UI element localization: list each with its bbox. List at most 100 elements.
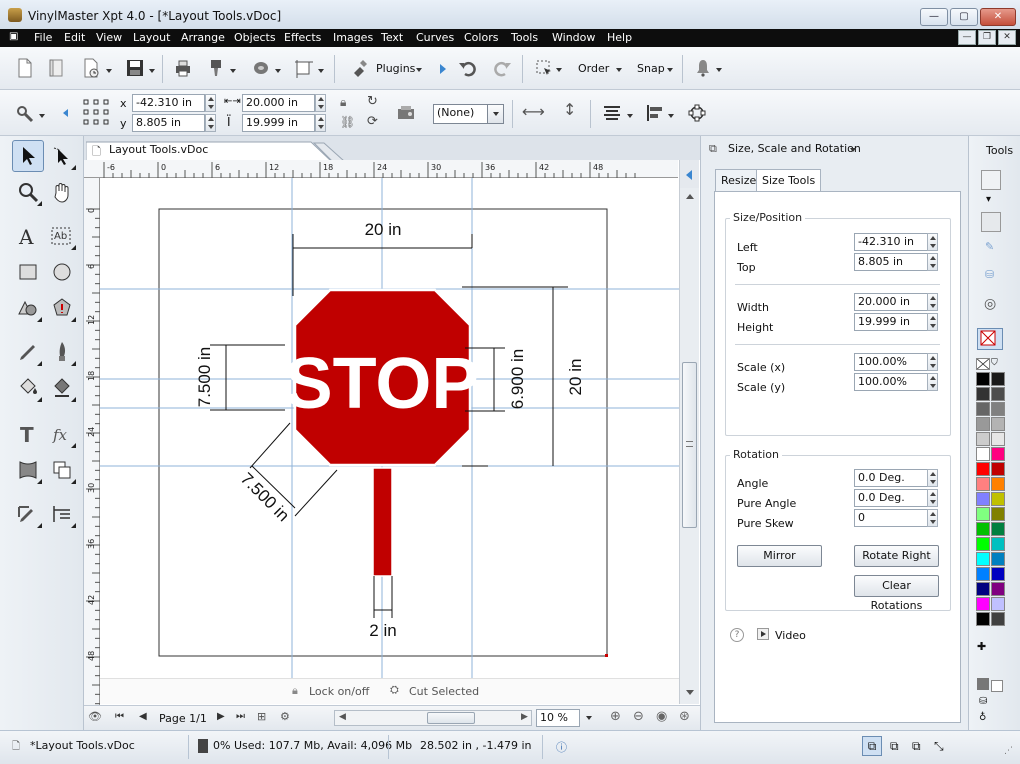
fill-bucket-icon[interactable]: ⛁ <box>985 268 994 281</box>
flip-horizontal-icon[interactable]: ⟷ <box>522 102 545 121</box>
fill-select[interactable]: (None) <box>433 104 488 124</box>
scale-x-spinner[interactable] <box>927 353 938 371</box>
palette-more-icon[interactable]: ✚ <box>977 640 986 653</box>
palette-swatch[interactable] <box>991 477 1005 491</box>
artistic-text-tool[interactable]: Ab <box>46 220 78 252</box>
palette-swatch[interactable] <box>976 492 990 506</box>
palette-swatch[interactable] <box>976 612 990 626</box>
scale-y-input[interactable]: 100.00% <box>854 373 928 391</box>
dim-right-label[interactable]: 20 in <box>566 359 585 396</box>
drawing-canvas[interactable]: STOP 20 in 7.500 in 6.900 in 20 in 7.500… <box>100 178 679 678</box>
palette-swatch[interactable] <box>976 432 990 446</box>
angle-spinner[interactable] <box>927 469 938 487</box>
menu-layout[interactable]: Layout <box>133 31 170 44</box>
panel-title[interactable]: Size, Scale and Rotation <box>728 142 861 155</box>
height-input[interactable]: 19.999 in <box>242 114 315 132</box>
pure-angle-input[interactable]: 0.0 Deg. <box>854 489 928 507</box>
open-document-button[interactable] <box>78 55 104 81</box>
palette-swatch[interactable] <box>991 432 1005 446</box>
link-icon[interactable]: ⛓︎ <box>340 115 355 129</box>
palette-swatch[interactable] <box>991 612 1005 626</box>
page-setup-dropdown-caret[interactable] <box>318 69 324 73</box>
palette-swatch[interactable] <box>976 597 990 611</box>
x-position-spinner[interactable] <box>205 94 216 112</box>
palette-swatch[interactable] <box>976 567 990 581</box>
distribute-button[interactable] <box>642 100 668 126</box>
new-document-button[interactable] <box>12 55 38 81</box>
menu-effects[interactable]: Effects <box>284 31 321 44</box>
weed-border-tool[interactable] <box>12 498 44 530</box>
ellipse-tool[interactable] <box>46 256 78 288</box>
pure-skew-spinner[interactable] <box>927 509 938 527</box>
vinyl-dropdown-caret[interactable] <box>275 69 281 73</box>
maximize-button[interactable]: ▢ <box>950 8 978 26</box>
palette-swatch[interactable] <box>976 372 990 386</box>
palette-swatch[interactable] <box>991 417 1005 431</box>
palette-swatch[interactable] <box>991 492 1005 506</box>
node-edit-button[interactable] <box>684 100 710 126</box>
view-mode-4-button[interactable]: ⤡ <box>934 739 944 754</box>
open-template-button[interactable] <box>42 55 68 81</box>
refresh-icon[interactable]: ⟳ <box>367 114 378 129</box>
redo-button[interactable] <box>489 55 515 81</box>
pan-tool[interactable] <box>46 176 78 208</box>
panel-title-caret[interactable] <box>850 148 856 152</box>
menu-tools[interactable]: Tools <box>511 31 538 44</box>
palette-swatch[interactable] <box>976 462 990 476</box>
menu-objects[interactable]: Objects <box>234 31 276 44</box>
eye-icon[interactable]: 👁︎ <box>88 710 102 723</box>
cut-selected-icon[interactable]: ⛭ <box>390 683 399 697</box>
palette-swatch[interactable] <box>976 447 990 461</box>
width-field[interactable]: 20.000 in <box>854 293 928 311</box>
palette-swatch[interactable] <box>976 417 990 431</box>
save-dropdown-caret[interactable] <box>149 69 155 73</box>
polygon-tool[interactable] <box>46 292 78 324</box>
last-page-button[interactable]: ⏭ <box>236 711 245 722</box>
palette-swatch[interactable] <box>976 537 990 551</box>
palette-swatch[interactable] <box>991 447 1005 461</box>
collapse-arrow-icon[interactable] <box>63 109 68 117</box>
palette-swatch[interactable] <box>976 507 990 521</box>
info-icon[interactable]: ⓘ <box>556 739 567 755</box>
dim-bottom-label[interactable]: 2 in <box>369 621 396 640</box>
order-label[interactable]: Order <box>578 62 609 75</box>
no-fill-button[interactable] <box>977 328 1003 350</box>
dim-left-label[interactable]: 7.500 in <box>195 347 214 408</box>
lock-toggle-label[interactable]: Lock on/off <box>309 685 369 698</box>
text-tool[interactable]: A <box>12 220 44 252</box>
text-effects-tool[interactable]: T <box>12 418 44 450</box>
menu-window[interactable]: Window <box>552 31 595 44</box>
clear-rotations-button[interactable]: Clear Rotations <box>854 575 939 612</box>
rotate-right-button[interactable]: Rotate Right <box>854 545 939 567</box>
menu-curves[interactable]: Curves <box>416 31 454 44</box>
node-tool[interactable] <box>46 140 78 172</box>
palette-swatch[interactable] <box>976 402 990 416</box>
alert-dropdown-caret[interactable] <box>716 68 722 72</box>
sign-post[interactable] <box>372 467 393 577</box>
tool-options-button[interactable] <box>12 100 38 126</box>
scroll-down-arrow[interactable] <box>686 690 694 695</box>
zoom-tool[interactable] <box>12 176 44 208</box>
palette-swatch[interactable] <box>991 462 1005 476</box>
tools-swatch-1[interactable] <box>981 170 1001 190</box>
cut-selected-label[interactable]: Cut Selected <box>409 685 479 698</box>
palette-swatch[interactable] <box>976 582 990 596</box>
panel-collapse-icon[interactable] <box>686 170 692 180</box>
snap-label[interactable]: Snap <box>637 62 665 75</box>
plugins-icon-button[interactable] <box>346 55 372 81</box>
menu-file[interactable]: File <box>34 31 52 44</box>
palette-swatch[interactable] <box>991 507 1005 521</box>
left-spinner[interactable] <box>927 233 938 251</box>
flip-vertical-icon[interactable]: ↕ <box>563 100 576 119</box>
vinyl-button[interactable] <box>248 55 274 81</box>
palette-filter-icon[interactable]: ⛉ <box>991 358 1005 370</box>
zoom-fit-icon[interactable]: ◉ <box>656 709 667 724</box>
dim-inner-label[interactable]: 6.900 in <box>508 349 527 410</box>
fill-tool[interactable] <box>12 372 44 404</box>
menu-text[interactable]: Text <box>381 31 403 44</box>
eyedropper-icon[interactable]: ✎ <box>985 240 994 253</box>
view-mode-3-button[interactable]: ⧉ <box>912 739 921 754</box>
prev-page-button[interactable]: ◀ <box>139 711 147 722</box>
y-position-input[interactable]: 8.805 in <box>132 114 205 132</box>
horizontal-scrollbar[interactable]: ◀ ▶ <box>334 710 532 726</box>
